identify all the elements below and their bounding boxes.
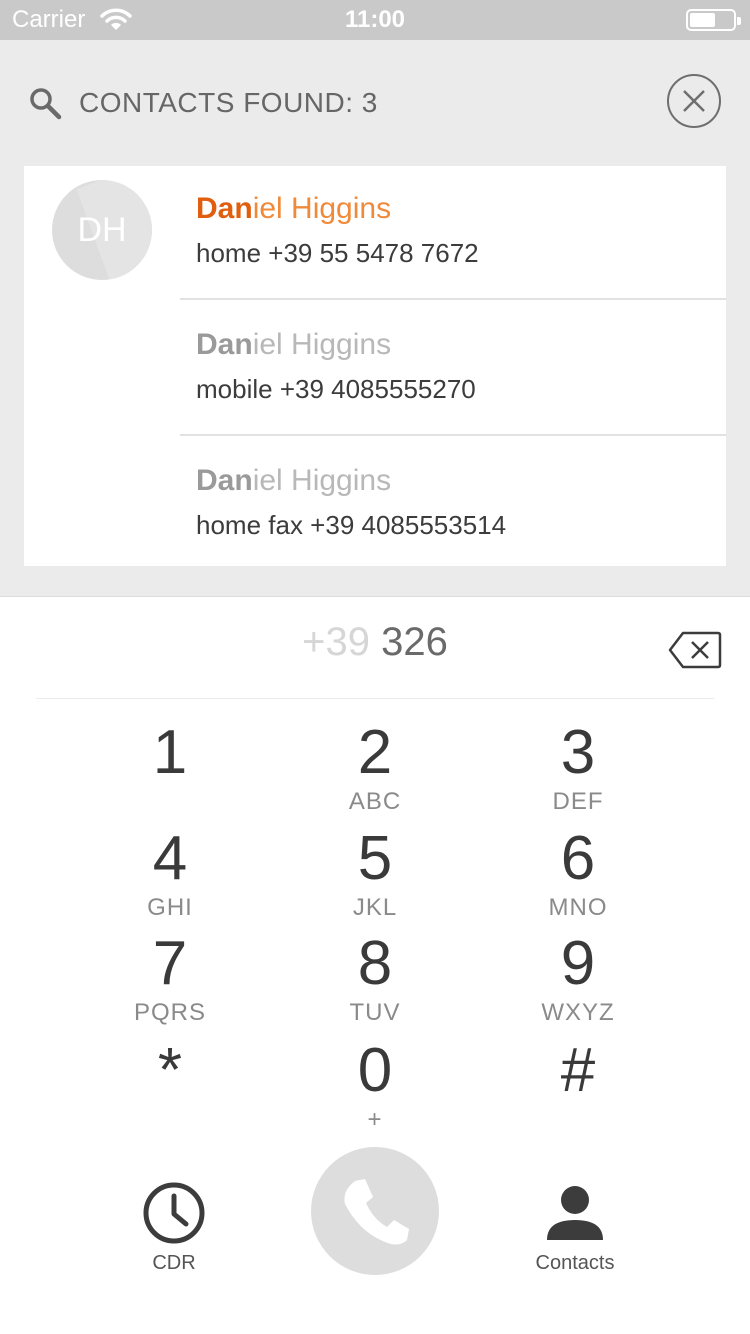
contact-number: home fax +39 4085553514 bbox=[196, 510, 507, 540]
contacts-found-label: CONTACTS FOUND: 3 bbox=[79, 87, 378, 118]
key-letters: DEF bbox=[552, 788, 604, 815]
search-icon bbox=[30, 88, 62, 120]
dialed-number: 326 bbox=[381, 620, 448, 664]
contact-name: Daniel Higgins bbox=[196, 192, 391, 226]
name-match: Dan bbox=[196, 464, 253, 497]
person-icon bbox=[547, 1186, 603, 1240]
dialed-number-display: +39 326 bbox=[0, 620, 750, 665]
key-digit: 5 bbox=[357, 824, 393, 893]
contact-name: Daniel Higgins bbox=[196, 328, 391, 362]
contacts-button[interactable]: Contacts bbox=[525, 1182, 625, 1274]
key-digit: 7 bbox=[152, 929, 188, 998]
backspace-icon[interactable] bbox=[668, 630, 722, 670]
key-letters: JKL bbox=[352, 894, 398, 921]
key-digit: # bbox=[560, 1036, 596, 1105]
name-rest: iel Higgins bbox=[252, 464, 392, 497]
divider bbox=[36, 698, 714, 699]
divider bbox=[180, 434, 726, 436]
key-0[interactable]: 0 + bbox=[285, 1040, 465, 1140]
key-digit: 6 bbox=[560, 824, 596, 893]
battery-icon bbox=[686, 9, 741, 31]
key-letters: ABC bbox=[348, 788, 402, 815]
contact-name: Daniel Higgins bbox=[196, 464, 391, 498]
key-1[interactable]: 1 bbox=[80, 722, 260, 822]
battery-level bbox=[690, 13, 715, 27]
key-2[interactable]: 2 ABC bbox=[285, 722, 465, 822]
contact-number-entry[interactable]: Daniel Higgins home fax +39 4085553514 bbox=[196, 438, 726, 574]
key-letters: PQRS bbox=[133, 999, 206, 1026]
contacts-label: Contacts bbox=[535, 1252, 615, 1274]
avatar: DH bbox=[52, 180, 152, 280]
key-star[interactable]: * bbox=[80, 1040, 260, 1140]
name-match: Dan bbox=[196, 328, 253, 361]
avatar-initials: DH bbox=[77, 211, 127, 249]
call-button[interactable] bbox=[311, 1147, 439, 1275]
key-digit: 4 bbox=[152, 824, 188, 893]
key-digit: * bbox=[157, 1036, 183, 1105]
key-digit: 9 bbox=[560, 929, 596, 998]
status-bar: Carrier 11:00 bbox=[0, 0, 750, 40]
key-4[interactable]: 4 GHI bbox=[80, 828, 260, 928]
phone-icon bbox=[344, 1179, 409, 1245]
close-search-button[interactable] bbox=[667, 74, 721, 128]
key-digit: 1 bbox=[152, 718, 188, 787]
name-rest: iel Higgins bbox=[252, 328, 392, 361]
key-digit: 3 bbox=[560, 718, 596, 787]
key-8[interactable]: 8 TUV bbox=[285, 933, 465, 1033]
search-results-panel: CONTACTS FOUND: 3 DH Daniel Higgins home… bbox=[0, 40, 750, 597]
key-3[interactable]: 3 DEF bbox=[488, 722, 668, 822]
key-letters: MNO bbox=[548, 894, 608, 921]
key-letters: TUV bbox=[349, 999, 401, 1026]
cdr-label: CDR bbox=[152, 1252, 196, 1274]
key-7[interactable]: 7 PQRS bbox=[80, 933, 260, 1033]
contact-number: mobile +39 4085555270 bbox=[196, 374, 476, 404]
divider bbox=[180, 298, 726, 300]
name-rest: iel Higgins bbox=[252, 192, 392, 225]
key-digit: 2 bbox=[357, 718, 393, 787]
close-circle-icon bbox=[683, 90, 705, 112]
key-9[interactable]: 9 WXYZ bbox=[488, 933, 668, 1033]
status-time: 11:00 bbox=[344, 6, 406, 33]
contact-number-entry[interactable]: Daniel Higgins home +39 55 5478 7672 bbox=[196, 166, 726, 302]
contact-number-entry[interactable]: Daniel Higgins mobile +39 4085555270 bbox=[196, 302, 726, 438]
contact-number: home +39 55 5478 7672 bbox=[196, 238, 479, 268]
key-hash[interactable]: # bbox=[488, 1040, 668, 1140]
key-5[interactable]: 5 JKL bbox=[285, 828, 465, 928]
name-match: Dan bbox=[196, 192, 253, 225]
key-letters: GHI bbox=[147, 894, 193, 921]
clock-icon bbox=[143, 1182, 205, 1244]
key-letters: WXYZ bbox=[541, 999, 615, 1026]
key-6[interactable]: 6 MNO bbox=[488, 828, 668, 928]
cdr-button[interactable]: CDR bbox=[134, 1180, 214, 1274]
contact-card: DH Daniel Higgins home +39 55 5478 7672 … bbox=[24, 166, 726, 566]
key-letters: + bbox=[367, 1106, 383, 1133]
key-digit: 0 bbox=[357, 1036, 393, 1105]
country-prefix: +39 bbox=[302, 620, 370, 664]
key-digit: 8 bbox=[357, 929, 393, 998]
